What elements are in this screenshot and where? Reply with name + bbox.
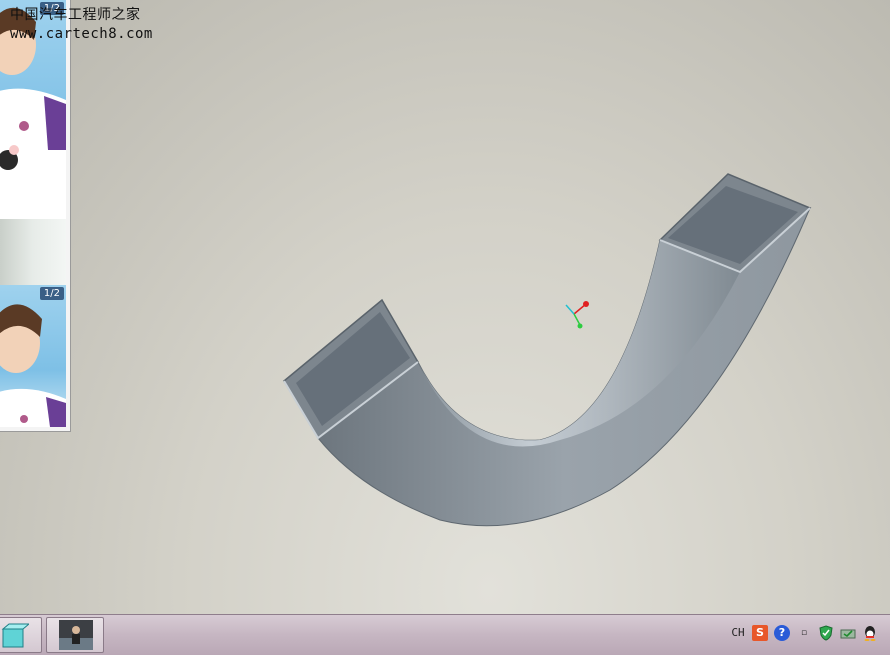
system-tray: CH S ? ▫ [726, 615, 886, 655]
model-viewport[interactable] [0, 0, 890, 614]
thumbnail-image-2[interactable]: 1/2 [0, 285, 66, 427]
thumbnail-side-panel[interactable]: 1/2 1/2 [0, 0, 71, 432]
video-thumbnail-icon [59, 620, 93, 650]
taskbar-app-button[interactable] [0, 617, 42, 653]
page-badge: 1/2 [39, 287, 64, 300]
ime-options-icon[interactable]: ▫ [796, 625, 812, 641]
coordinate-triad-icon [565, 301, 589, 329]
language-indicator[interactable]: CH [730, 625, 746, 641]
watermark-title: 中国汽车工程师之家 [10, 7, 141, 23]
site-watermark: 中国汽车工程师之家 www.cartech8.com [10, 6, 153, 44]
thumbnail-separator [0, 219, 66, 285]
person-avatar-icon [0, 304, 66, 427]
sogou-ime-icon[interactable]: S [752, 625, 768, 641]
swept-channel-model[interactable] [0, 0, 890, 614]
help-icon[interactable]: ? [774, 625, 790, 641]
taskbar: CH S ? ▫ [0, 614, 890, 655]
cube-icon [1, 623, 29, 648]
taskbar-video-button[interactable] [46, 617, 104, 653]
security-shield-icon[interactable] [818, 625, 834, 641]
qq-icon[interactable] [862, 625, 878, 641]
network-icon[interactable] [840, 625, 856, 641]
watermark-url: www.cartech8.com [10, 26, 153, 42]
